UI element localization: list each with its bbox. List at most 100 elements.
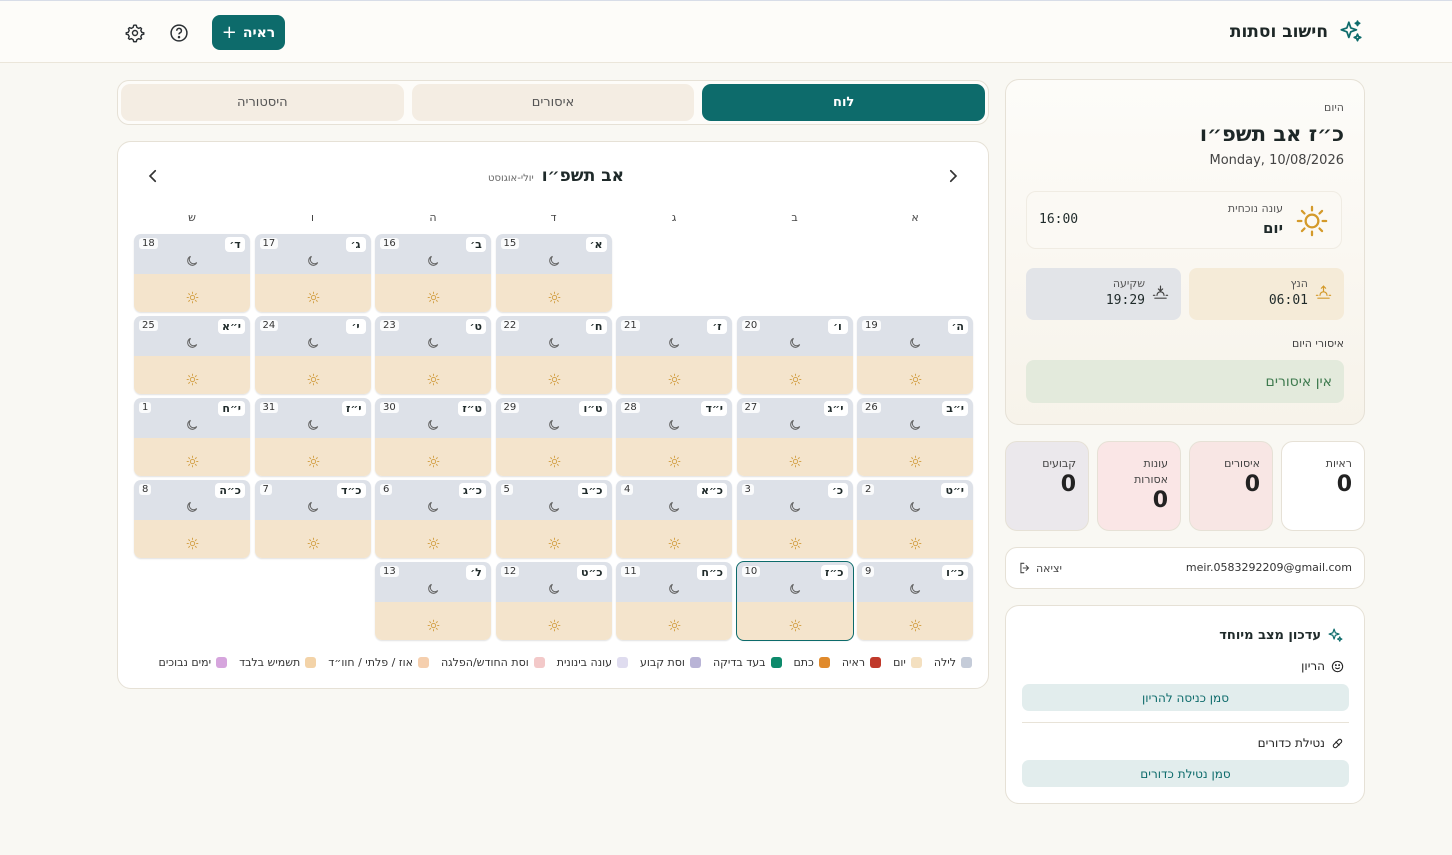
day-half[interactable] (134, 520, 250, 558)
night-half[interactable]: כ״ג 6 (375, 480, 491, 520)
mark-pills-button[interactable]: סמן נטילת כדורים (1022, 760, 1349, 787)
night-half[interactable]: ז׳ 21 (616, 316, 732, 356)
day-cell[interactable]: י״ב 26 (857, 398, 973, 476)
day-cell[interactable]: י׳ 24 (254, 316, 371, 394)
day-half[interactable] (254, 520, 371, 558)
night-half[interactable]: י״א 25 (134, 316, 250, 356)
night-half[interactable]: כ״ח 11 (616, 562, 732, 602)
night-half[interactable]: כ״ז 10 (736, 562, 853, 602)
day-half[interactable] (134, 438, 250, 476)
day-cell[interactable]: ט״ו 29 (495, 398, 612, 476)
night-half[interactable]: ב׳ 16 (375, 234, 491, 274)
day-cell[interactable]: כ״ב 5 (495, 480, 612, 558)
day-half[interactable] (254, 356, 371, 394)
tab-issurim[interactable]: איסורים (411, 84, 695, 121)
tab-board[interactable]: לוח (702, 84, 985, 121)
day-half[interactable] (254, 274, 371, 312)
day-half[interactable] (857, 356, 973, 394)
night-half[interactable]: י״ט 2 (857, 480, 973, 520)
night-half[interactable]: ט״ז 30 (375, 398, 491, 438)
day-cell[interactable]: י״ג 27 (736, 398, 853, 476)
day-half[interactable] (736, 520, 853, 558)
day-cell[interactable]: כ״ד 7 (254, 480, 371, 558)
help-button[interactable] (168, 22, 190, 44)
night-half[interactable]: ד׳ 18 (134, 234, 250, 274)
day-half[interactable] (495, 274, 612, 312)
night-half[interactable]: י׳ 24 (254, 316, 371, 356)
day-half[interactable] (375, 602, 491, 640)
day-half[interactable] (616, 438, 732, 476)
day-half[interactable] (134, 356, 250, 394)
night-half[interactable]: י״ב 26 (857, 398, 973, 438)
day-half[interactable] (857, 602, 973, 640)
day-half[interactable] (736, 438, 853, 476)
night-half[interactable]: כ״ו 9 (857, 562, 973, 602)
day-cell[interactable]: כ״ט 12 (495, 562, 612, 640)
night-half[interactable]: א׳ 15 (495, 234, 612, 274)
day-cell[interactable]: ד׳ 18 (134, 234, 250, 312)
day-half[interactable] (495, 520, 612, 558)
tab-history[interactable]: היסטוריה (120, 84, 404, 121)
night-half[interactable]: ג׳ 17 (254, 234, 371, 274)
day-cell[interactable]: ט׳ 23 (375, 316, 491, 394)
day-cell[interactable]: י״ז 31 (254, 398, 371, 476)
night-half[interactable]: כ״ד 7 (254, 480, 371, 520)
chevron-left-icon[interactable] (144, 167, 162, 185)
logout-button[interactable]: יציאה (1018, 561, 1062, 575)
day-cell[interactable]: ז׳ 21 (616, 316, 732, 394)
night-half[interactable]: כ״א 4 (616, 480, 732, 520)
day-half[interactable] (495, 438, 612, 476)
day-half[interactable] (495, 356, 612, 394)
day-half[interactable] (616, 356, 732, 394)
night-half[interactable]: י״ח 1 (134, 398, 250, 438)
day-half[interactable] (254, 438, 371, 476)
day-half[interactable] (736, 356, 853, 394)
day-half[interactable] (375, 520, 491, 558)
day-half[interactable] (616, 520, 732, 558)
day-half[interactable] (616, 602, 732, 640)
night-half[interactable]: כ׳ 3 (736, 480, 853, 520)
add-reiya-button[interactable]: + ראיה (212, 15, 285, 50)
day-half[interactable] (857, 520, 973, 558)
day-cell[interactable]: ו׳ 20 (736, 316, 853, 394)
day-half[interactable] (375, 356, 491, 394)
day-cell[interactable]: ב׳ 16 (375, 234, 491, 312)
mark-pregnancy-button[interactable]: סמן כניסה להריון (1022, 684, 1349, 711)
night-half[interactable]: ל׳ 13 (375, 562, 491, 602)
day-cell[interactable]: י״ד 28 (616, 398, 732, 476)
day-cell[interactable]: ג׳ 17 (254, 234, 371, 312)
day-cell[interactable]: כ״ג 6 (375, 480, 491, 558)
day-cell[interactable]: כ״ה 8 (134, 480, 250, 558)
settings-button[interactable] (124, 22, 146, 44)
night-half[interactable]: ה׳ 19 (857, 316, 973, 356)
night-half[interactable]: כ״ט 12 (495, 562, 612, 602)
day-cell-today[interactable]: כ״ז 10 (735, 561, 854, 641)
day-cell[interactable]: כ׳ 3 (736, 480, 853, 558)
day-half[interactable] (857, 438, 973, 476)
day-half[interactable] (134, 274, 250, 312)
day-cell[interactable]: ה׳ 19 (857, 316, 973, 394)
day-cell[interactable]: י״ט 2 (857, 480, 973, 558)
night-half[interactable]: ח׳ 22 (495, 316, 612, 356)
chevron-right-icon[interactable] (944, 167, 962, 185)
day-cell[interactable]: י״א 25 (134, 316, 250, 394)
day-half[interactable] (495, 602, 612, 640)
day-half[interactable] (375, 438, 491, 476)
day-cell[interactable]: כ״ו 9 (857, 562, 973, 640)
night-half[interactable]: י״ד 28 (616, 398, 732, 438)
night-half[interactable]: כ״ה 8 (134, 480, 250, 520)
day-cell[interactable]: ל׳ 13 (375, 562, 491, 640)
night-half[interactable]: ו׳ 20 (736, 316, 853, 356)
day-cell[interactable]: ט״ז 30 (375, 398, 491, 476)
night-half[interactable]: י״ז 31 (254, 398, 371, 438)
night-half[interactable]: ט״ו 29 (495, 398, 612, 438)
night-half[interactable]: כ״ב 5 (495, 480, 612, 520)
day-cell[interactable]: כ״א 4 (616, 480, 732, 558)
day-half[interactable] (736, 602, 853, 640)
day-cell[interactable]: כ״ח 11 (616, 562, 732, 640)
night-half[interactable]: י״ג 27 (736, 398, 853, 438)
day-cell[interactable]: א׳ 15 (495, 234, 612, 312)
day-half[interactable] (375, 274, 491, 312)
day-cell[interactable]: ח׳ 22 (495, 316, 612, 394)
day-cell[interactable]: י״ח 1 (134, 398, 250, 476)
